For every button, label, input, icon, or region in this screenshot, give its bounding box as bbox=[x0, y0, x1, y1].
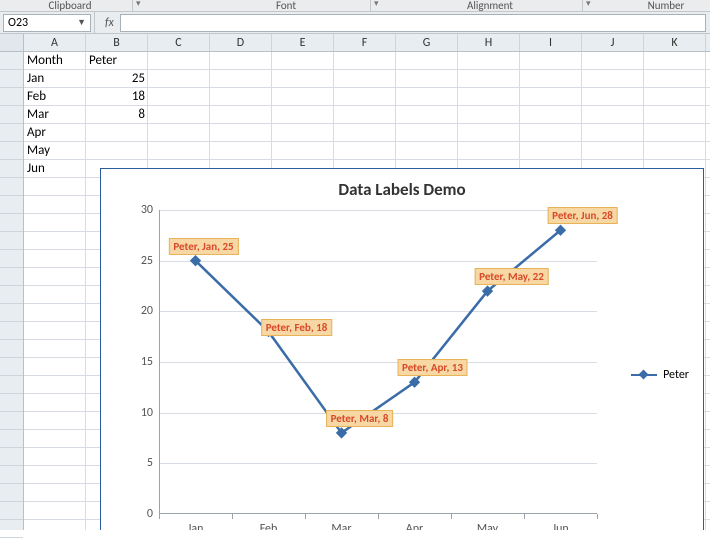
legend-marker-icon bbox=[631, 374, 657, 376]
row-header[interactable] bbox=[0, 268, 23, 286]
column-header[interactable]: K bbox=[644, 34, 706, 51]
column-header[interactable]: G bbox=[396, 34, 458, 51]
row-header[interactable] bbox=[0, 376, 23, 394]
ribbon-label-clipboard: Clipboard bbox=[30, 0, 110, 12]
cell-a6[interactable]: May bbox=[24, 142, 86, 160]
row-header[interactable] bbox=[0, 466, 23, 484]
column-header[interactable]: E bbox=[272, 34, 334, 51]
fx-icon[interactable]: fx bbox=[105, 16, 114, 30]
row-header[interactable] bbox=[0, 286, 23, 304]
row-headers bbox=[0, 52, 24, 530]
row-header[interactable] bbox=[0, 52, 23, 70]
ribbon-label-align: Alignment bbox=[450, 0, 530, 12]
chart-data-label[interactable]: Peter, Jan, 25 bbox=[168, 238, 238, 255]
row-header[interactable] bbox=[0, 484, 23, 502]
y-axis-tick: 20 bbox=[141, 304, 153, 318]
chart-title: Data Labels Demo bbox=[101, 179, 703, 200]
column-headers: ABCDEFGHIJK bbox=[0, 34, 710, 52]
cell-b1[interactable]: Peter bbox=[86, 52, 148, 70]
row-header[interactable] bbox=[0, 304, 23, 322]
row-header[interactable] bbox=[0, 232, 23, 250]
chevron-down-icon[interactable]: ▼ bbox=[77, 17, 86, 28]
x-axis-tick: Apr bbox=[406, 522, 423, 530]
ribbon-label-font: Font bbox=[246, 0, 326, 12]
plot-area[interactable]: 051015202530JanFebMarAprMayJunPeter, Jan… bbox=[159, 210, 597, 514]
row-header[interactable] bbox=[0, 448, 23, 466]
column-header[interactable]: I bbox=[520, 34, 582, 51]
cell-a2[interactable]: Jan bbox=[24, 70, 86, 88]
chart-data-label[interactable]: Peter, Jun, 28 bbox=[547, 207, 618, 224]
y-axis-tick: 0 bbox=[147, 507, 153, 521]
column-header[interactable]: D bbox=[210, 34, 272, 51]
row-header[interactable] bbox=[0, 250, 23, 268]
row-header[interactable] bbox=[0, 412, 23, 430]
row-header[interactable] bbox=[0, 124, 23, 142]
row-header[interactable] bbox=[0, 160, 23, 178]
cell-a7[interactable]: Jun bbox=[24, 160, 86, 178]
cells-area[interactable]: Month Peter Jan 25 Feb 18 Mar 8 Apr May … bbox=[24, 52, 710, 530]
column-header[interactable]: H bbox=[458, 34, 520, 51]
row-header[interactable] bbox=[0, 520, 23, 538]
row-header[interactable] bbox=[0, 196, 23, 214]
row-header[interactable] bbox=[0, 142, 23, 160]
cell-a1[interactable]: Month bbox=[24, 52, 86, 70]
chart-object[interactable]: Data Labels Demo 051015202530JanFebMarAp… bbox=[100, 168, 704, 530]
cell-b2[interactable]: 25 bbox=[86, 70, 148, 88]
column-header[interactable]: B bbox=[86, 34, 148, 51]
x-axis-tick: Jun bbox=[552, 522, 568, 530]
formula-bar-row: O23 ▼ fx bbox=[0, 12, 710, 34]
spreadsheet-grid[interactable]: Month Peter Jan 25 Feb 18 Mar 8 Apr May … bbox=[0, 52, 710, 530]
y-axis-tick: 5 bbox=[147, 456, 153, 470]
formula-input[interactable] bbox=[120, 14, 706, 32]
column-header[interactable]: J bbox=[582, 34, 644, 51]
y-axis-tick: 10 bbox=[141, 406, 153, 420]
cell-a5[interactable]: Apr bbox=[24, 124, 86, 142]
chart-data-label[interactable]: Peter, May, 22 bbox=[474, 268, 549, 285]
cell-b3[interactable]: 18 bbox=[86, 88, 148, 106]
row-header[interactable] bbox=[0, 106, 23, 124]
row-header[interactable] bbox=[0, 340, 23, 358]
name-box[interactable]: O23 ▼ bbox=[3, 14, 91, 32]
chart-legend[interactable]: Peter bbox=[631, 368, 689, 382]
cell-b4[interactable]: 8 bbox=[86, 106, 148, 124]
cell-a4[interactable]: Mar bbox=[24, 106, 86, 124]
row-header[interactable] bbox=[0, 430, 23, 448]
row-header[interactable] bbox=[0, 178, 23, 196]
column-header[interactable]: C bbox=[148, 34, 210, 51]
x-axis-tick: Jan bbox=[188, 522, 204, 530]
row-header[interactable] bbox=[0, 502, 23, 520]
chart-data-label[interactable]: Peter, Apr, 13 bbox=[397, 359, 468, 376]
row-header[interactable] bbox=[0, 358, 23, 376]
ribbon-dd-1[interactable]: ▾ bbox=[136, 0, 141, 9]
chart-data-label[interactable]: Peter, Mar, 8 bbox=[326, 410, 394, 427]
name-box-value: O23 bbox=[8, 16, 28, 30]
ribbon-label-number: Number bbox=[626, 0, 706, 12]
y-axis-tick: 30 bbox=[141, 203, 153, 217]
select-all-corner[interactable] bbox=[0, 34, 24, 51]
x-axis-tick: Feb bbox=[260, 522, 278, 530]
ribbon-dd-2[interactable]: ▾ bbox=[374, 0, 379, 9]
ribbon-dd-3[interactable]: ▾ bbox=[586, 0, 591, 9]
row-header[interactable] bbox=[0, 70, 23, 88]
column-header[interactable]: F bbox=[334, 34, 396, 51]
ribbon-group-labels: Clipboard ▾ Font ▾ Alignment ▾ Number bbox=[0, 0, 710, 12]
row-header[interactable] bbox=[0, 214, 23, 232]
y-axis-tick: 25 bbox=[141, 254, 153, 268]
y-axis-tick: 15 bbox=[141, 355, 153, 369]
x-axis-tick: Mar bbox=[331, 522, 351, 530]
row-header[interactable] bbox=[0, 394, 23, 412]
chart-series-line[interactable] bbox=[159, 210, 597, 514]
row-header[interactable] bbox=[0, 322, 23, 340]
chart-data-label[interactable]: Peter, Feb, 18 bbox=[261, 319, 333, 336]
legend-label: Peter bbox=[663, 368, 689, 382]
row-header[interactable] bbox=[0, 88, 23, 106]
cell-a3[interactable]: Feb bbox=[24, 88, 86, 106]
x-axis-tick: May bbox=[477, 522, 498, 530]
column-header[interactable]: A bbox=[24, 34, 86, 51]
